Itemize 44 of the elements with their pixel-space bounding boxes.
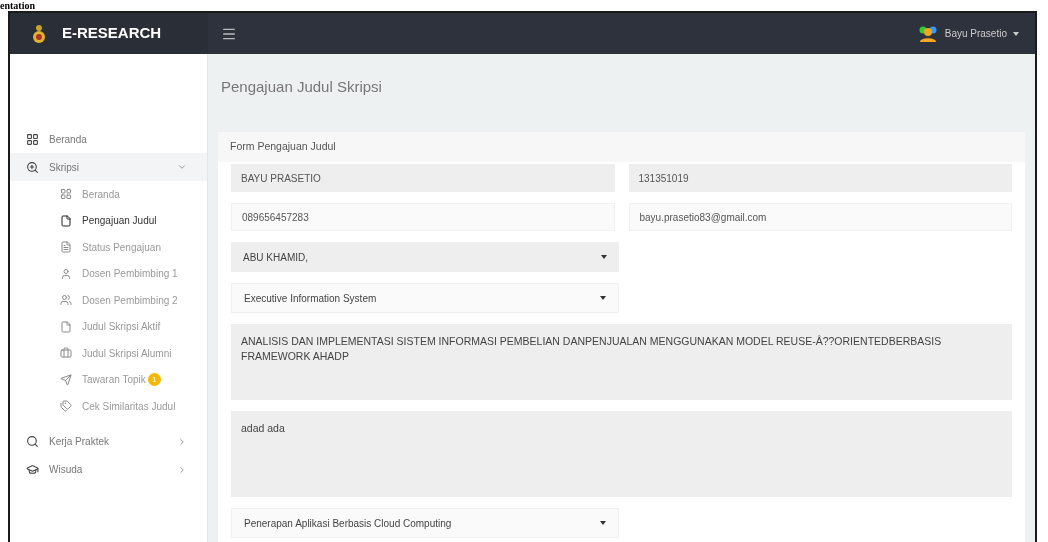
select-field[interactable]: Executive Information System <box>231 283 619 313</box>
caret-icon <box>1013 31 1019 36</box>
submenu-item[interactable]: Dosen Pembimbing 2 <box>10 287 207 314</box>
grid-icon <box>26 132 39 146</box>
caret-icon <box>600 296 606 300</box>
caret-icon <box>601 255 607 259</box>
submenu-item[interactable]: Judul Skripsi Aktif <box>10 313 207 340</box>
zoom-icon <box>26 160 39 174</box>
input-field[interactable]: 089656457283 <box>231 203 615 231</box>
brand-title: E-RESEARCH <box>62 23 162 44</box>
card-header: Form Pengajuan Judul <box>218 132 1025 162</box>
sidebar-item[interactable]: Wisuda <box>10 455 207 484</box>
submenu-item[interactable]: Dosen Pembimbing 1 <box>10 260 207 287</box>
sidebar-item[interactable]: Skripsi <box>10 153 207 181</box>
search-icon <box>26 435 39 448</box>
file-icon <box>60 214 72 227</box>
select-field[interactable]: Penerapan Aplikasi Berbasis Cloud Computing <box>231 508 619 538</box>
submenu-item[interactable]: Beranda <box>10 181 207 208</box>
caret-icon <box>600 521 606 525</box>
notification-badge: 1 <box>147 373 161 387</box>
tags-icon <box>60 400 72 413</box>
briefcase-icon <box>60 347 72 360</box>
submenu-item[interactable]: Tawaran Topik 1 <box>10 366 207 393</box>
user-icon <box>60 267 72 280</box>
submenu-item[interactable]: Cek Similaritas Judul <box>10 393 207 420</box>
page-title: Pengajuan Judul Skripsi <box>221 77 383 96</box>
users-icon <box>60 294 72 307</box>
sidebar-item[interactable]: Kerja Praktek <box>10 427 207 456</box>
submenu-item[interactable]: Judul Skripsi Alumni <box>10 340 207 367</box>
document-heading: entation <box>0 0 35 11</box>
chevron-right-icon <box>177 464 187 475</box>
submenu-item[interactable]: Status Pengajuan <box>10 234 207 261</box>
chevron-right-icon <box>177 436 187 447</box>
input-field[interactable]: bayu.prasetio83@gmail.com <box>628 203 1012 231</box>
submenu-item[interactable]: Pengajuan Judul <box>10 207 207 234</box>
logo-icon <box>32 23 46 44</box>
send-icon <box>60 373 72 386</box>
user-menu[interactable]: Bayu Prasetio <box>916 24 1019 43</box>
graduation-cap-icon <box>26 463 39 476</box>
file-icon <box>60 320 72 333</box>
sidebar-item[interactable]: Beranda <box>10 125 207 153</box>
grid-icon <box>60 188 72 201</box>
document-icon <box>60 241 72 254</box>
chevron-down-icon <box>177 162 187 172</box>
